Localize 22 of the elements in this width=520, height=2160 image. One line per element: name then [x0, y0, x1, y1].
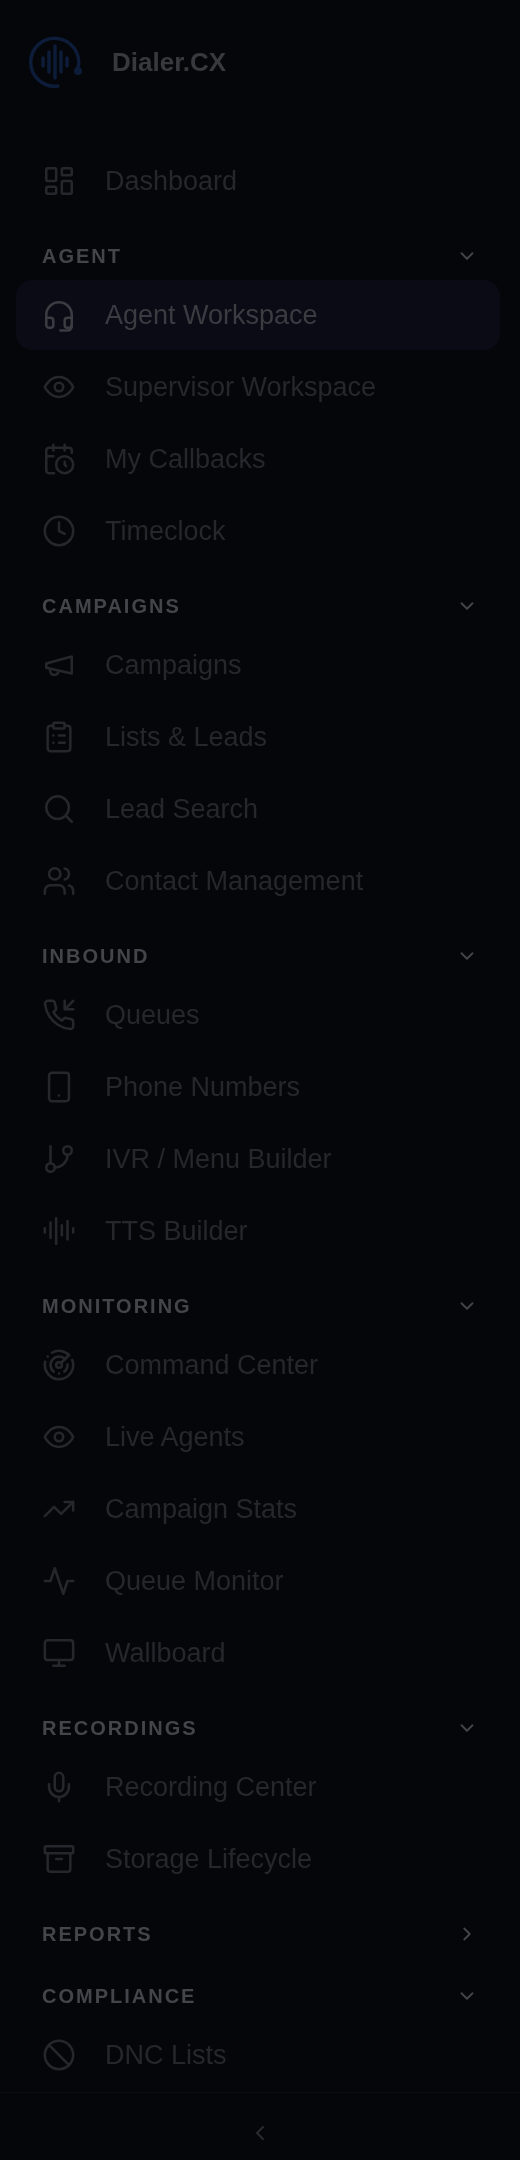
calendar-clock-icon: [42, 442, 76, 476]
headset-icon: [42, 298, 76, 332]
pulse-icon: [42, 1564, 76, 1598]
section-header[interactable]: REPORTS: [16, 1910, 500, 1958]
section-header[interactable]: RECORDINGS: [16, 1704, 500, 1752]
section-header[interactable]: INBOUND: [16, 932, 500, 980]
users-icon: [42, 864, 76, 898]
section-header[interactable]: COMPLIANCE: [16, 1972, 500, 2020]
branch-icon: [42, 1142, 76, 1176]
ban-icon: [42, 2038, 76, 2072]
clock-icon: [42, 514, 76, 548]
audio-bars-icon: [42, 1214, 76, 1248]
section-header[interactable]: AGENT: [16, 232, 500, 280]
grid-icon: [42, 164, 76, 198]
section-header[interactable]: CAMPAIGNS: [16, 582, 500, 630]
search-icon: [42, 792, 76, 826]
archive-icon: [42, 1842, 76, 1876]
phone-incoming-icon: [42, 998, 76, 1032]
radar-icon: [42, 1348, 76, 1382]
logo-icon: [28, 34, 84, 90]
monitor-icon: [42, 1636, 76, 1670]
section-header[interactable]: MONITORING: [16, 1282, 500, 1330]
